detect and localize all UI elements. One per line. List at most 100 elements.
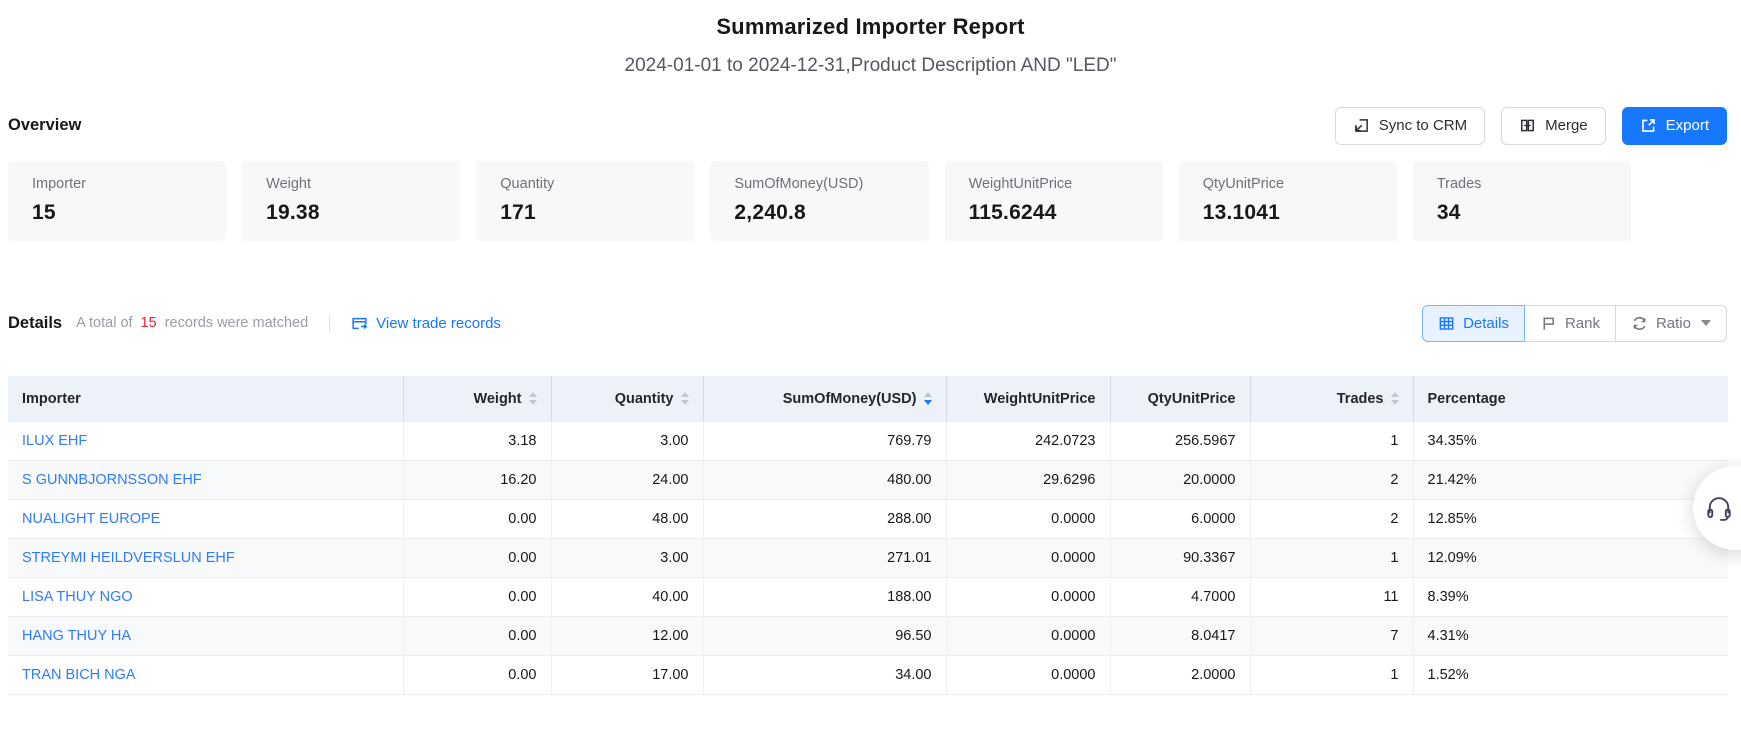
importer-link[interactable]: NUALIGHT EUROPE bbox=[22, 511, 160, 527]
table-row: S GUNNBJORNSSON EHF 16.2024.00480.0029.62… bbox=[8, 461, 1728, 500]
percentage-cell: 1.52% bbox=[1413, 656, 1728, 695]
stat-card-label: QtyUnitPrice bbox=[1203, 176, 1373, 192]
column-header-trades[interactable]: Trades bbox=[1250, 376, 1413, 422]
quantity-cell: 3.00 bbox=[551, 422, 703, 461]
column-header-percentage: Percentage bbox=[1413, 376, 1728, 422]
importer-cell: S GUNNBJORNSSON EHF bbox=[8, 461, 403, 500]
weightunitprice-cell: 0.0000 bbox=[946, 617, 1110, 656]
weight-cell: 0.00 bbox=[403, 617, 551, 656]
ratio-icon bbox=[1631, 315, 1648, 332]
quantity-cell: 48.00 bbox=[551, 500, 703, 539]
trades-cell: 2 bbox=[1250, 461, 1413, 500]
importer-link[interactable]: STREYMI HEILDVERSLUN EHF bbox=[22, 550, 235, 566]
importer-cell: ILUX EHF bbox=[8, 422, 403, 461]
tab-ratio[interactable]: Ratio bbox=[1615, 305, 1727, 342]
quantity-cell: 24.00 bbox=[551, 461, 703, 500]
stat-card-value: 2,240.8 bbox=[734, 201, 904, 225]
importer-link[interactable]: HANG THUY HA bbox=[22, 628, 131, 644]
overview-heading: Overview bbox=[8, 116, 81, 135]
sumofmoney-usd-cell: 769.79 bbox=[703, 422, 946, 461]
stat-card-label: Weight bbox=[266, 176, 436, 192]
qtyunitprice-cell: 256.5967 bbox=[1110, 422, 1250, 461]
qtyunitprice-cell: 6.0000 bbox=[1110, 500, 1250, 539]
percentage-cell: 8.39% bbox=[1413, 578, 1728, 617]
trades-cell: 1 bbox=[1250, 422, 1413, 461]
percentage-cell: 21.42% bbox=[1413, 461, 1728, 500]
percentage-cell: 12.85% bbox=[1413, 500, 1728, 539]
sumofmoney-usd-cell: 188.00 bbox=[703, 578, 946, 617]
stat-card-importer: Importer 15 bbox=[8, 161, 226, 241]
sync-to-crm-icon bbox=[1353, 117, 1370, 134]
column-header-weightunitprice: WeightUnitPrice bbox=[946, 376, 1110, 422]
table-row: STREYMI HEILDVERSLUN EHF0.003.00271.010.… bbox=[8, 539, 1728, 578]
importer-cell: HANG THUY HA bbox=[8, 617, 403, 656]
sync-to-crm-label: Sync to CRM bbox=[1379, 118, 1467, 133]
merge-icon bbox=[1519, 117, 1536, 134]
stat-card-label: SumOfMoney(USD) bbox=[734, 176, 904, 192]
stat-card-qtyunitprice: QtyUnitPrice13.1041 bbox=[1179, 161, 1397, 241]
sumofmoney-usd-cell: 288.00 bbox=[703, 500, 946, 539]
importer-cell: STREYMI HEILDVERSLUN EHF bbox=[8, 539, 403, 578]
sort-icon[interactable] bbox=[1391, 392, 1399, 405]
overview-cards: Importer 15 Weight 19.38 Quantity 171 SumOfMon… bbox=[8, 161, 1631, 241]
table-row: NUALIGHT EUROPE0.0048.00288.000.00006.00… bbox=[8, 500, 1728, 539]
qtyunitprice-cell: 4.7000 bbox=[1110, 578, 1250, 617]
export-button[interactable]: Export bbox=[1622, 107, 1727, 145]
merge-button[interactable]: Merge bbox=[1501, 107, 1606, 145]
page-subtitle: 2024-01-01 to 2024-12-31,Product Descrip… bbox=[0, 55, 1741, 77]
table-row: TRAN BICH NGA0.0017.0034.000.00002.00001… bbox=[8, 656, 1728, 695]
weight-cell: 0.00 bbox=[403, 656, 551, 695]
view-trade-records-link[interactable]: View trade records bbox=[351, 315, 501, 332]
quantity-cell: 3.00 bbox=[551, 539, 703, 578]
importer-link[interactable]: LISA THUY NGO bbox=[22, 589, 133, 605]
stat-card-label: Quantity bbox=[500, 176, 670, 192]
weightunitprice-cell: 0.0000 bbox=[946, 656, 1110, 695]
rank-icon bbox=[1540, 315, 1557, 332]
stat-card-value: 19.38 bbox=[266, 201, 436, 225]
qtyunitprice-cell: 20.0000 bbox=[1110, 461, 1250, 500]
column-header-quantity[interactable]: Quantity bbox=[551, 376, 703, 422]
importer-link[interactable]: ILUX EHF bbox=[22, 433, 87, 449]
chevron-down-icon bbox=[1701, 320, 1711, 326]
stat-card-label: Importer bbox=[32, 176, 202, 192]
view-records-icon bbox=[351, 315, 368, 332]
weightunitprice-cell: 29.6296 bbox=[946, 461, 1110, 500]
tab-ratio-label: Ratio bbox=[1656, 316, 1691, 331]
sumofmoney-usd-cell: 271.01 bbox=[703, 539, 946, 578]
sumofmoney-usd-cell: 96.50 bbox=[703, 617, 946, 656]
view-mode-tabs: Details Rank Ratio bbox=[1422, 305, 1727, 342]
column-header-importer: Importer bbox=[8, 376, 403, 422]
stat-card-value: 34 bbox=[1437, 201, 1607, 225]
stat-card-value: 171 bbox=[500, 201, 670, 225]
stat-card-weightunitprice: WeightUnitPrice115.6244 bbox=[945, 161, 1163, 241]
stat-card-label: Trades bbox=[1437, 176, 1607, 192]
sumofmoney-usd-cell: 480.00 bbox=[703, 461, 946, 500]
table-header-row: ImporterWeightQuantitySumOfMoney(USD)Wei… bbox=[8, 376, 1728, 422]
weight-cell: 0.00 bbox=[403, 539, 551, 578]
sort-icon[interactable] bbox=[924, 392, 932, 405]
tab-rank[interactable]: Rank bbox=[1524, 305, 1616, 342]
stat-card-weight: Weight 19.38 bbox=[242, 161, 460, 241]
column-header-sumofmoney-usd[interactable]: SumOfMoney(USD) bbox=[703, 376, 946, 422]
importer-cell: LISA THUY NGO bbox=[8, 578, 403, 617]
tab-details-label: Details bbox=[1463, 316, 1509, 331]
tab-rank-label: Rank bbox=[1565, 316, 1600, 331]
overview-bar: Overview Sync to CRM Merge Export bbox=[8, 107, 1727, 145]
sort-icon[interactable] bbox=[529, 392, 537, 405]
table-row: ILUX EHF3.183.00769.79242.0723256.596713… bbox=[8, 422, 1728, 461]
weight-cell: 0.00 bbox=[403, 578, 551, 617]
sync-to-crm-button[interactable]: Sync to CRM bbox=[1335, 107, 1485, 145]
column-header-weight[interactable]: Weight bbox=[403, 376, 551, 422]
table-row: LISA THUY NGO0.0040.00188.000.00004.7000… bbox=[8, 578, 1728, 617]
weightunitprice-cell: 242.0723 bbox=[946, 422, 1110, 461]
stat-card-value: 15 bbox=[32, 201, 202, 225]
importer-link[interactable]: S GUNNBJORNSSON EHF bbox=[22, 472, 202, 488]
summary-prefix: A total of bbox=[76, 315, 132, 331]
sort-icon[interactable] bbox=[681, 392, 689, 405]
importer-link[interactable]: TRAN BICH NGA bbox=[22, 667, 136, 683]
tab-details[interactable]: Details bbox=[1422, 305, 1525, 342]
weight-cell: 16.20 bbox=[403, 461, 551, 500]
percentage-cell: 4.31% bbox=[1413, 617, 1728, 656]
sumofmoney-usd-cell: 34.00 bbox=[703, 656, 946, 695]
trades-cell: 1 bbox=[1250, 539, 1413, 578]
